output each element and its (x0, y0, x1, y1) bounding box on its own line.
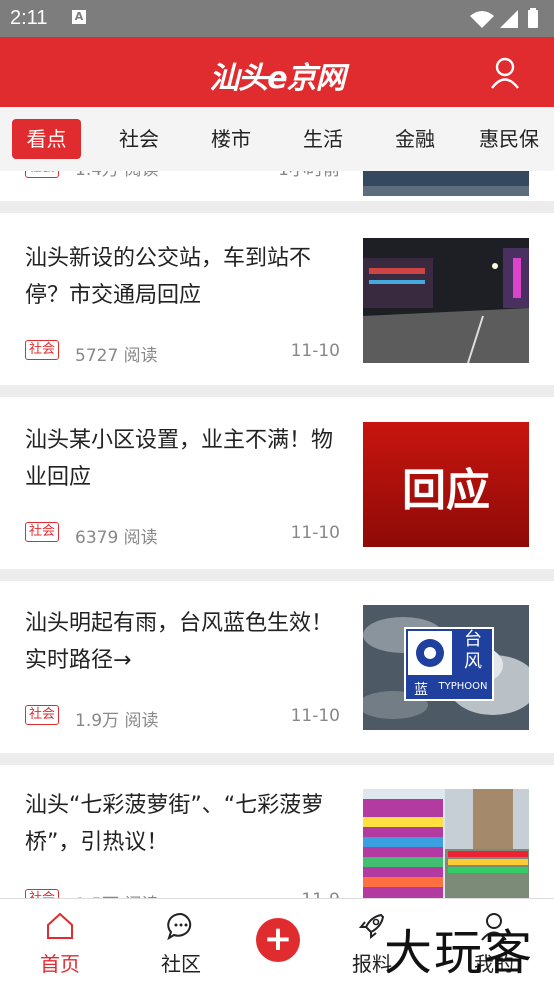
tab-kandian[interactable]: 看点 (12, 119, 81, 159)
chat-bubble-icon (167, 912, 192, 941)
user-icon[interactable] (490, 57, 520, 89)
status-time: 2:11 (10, 7, 48, 29)
status-bar: 2:11 A (0, 0, 554, 37)
article-thumbnail (363, 238, 529, 363)
list-item[interactable]: 汕头“七彩菠萝街”、“七彩菠萝桥”，引热议！ 社会 1.5万 阅读 11-9 (0, 765, 554, 898)
watermark: 大玩客 (384, 925, 535, 981)
view-count: 6379 阅读 (75, 528, 158, 548)
article-thumbnail (363, 171, 529, 196)
signal-icon (500, 10, 518, 28)
typhoon-en-label: TYPHOON (438, 681, 488, 692)
article-title: 汕头明起有雨，台风蓝色生效！实时路径→ (25, 611, 334, 673)
publish-date: 11-9 (301, 890, 340, 898)
category-tag: 社会 (25, 522, 60, 542)
tab-shenghuo[interactable]: 生活 (292, 119, 354, 159)
category-tag: 社会 (25, 889, 60, 898)
typhoon-icon (416, 639, 444, 667)
typhoon-level-label: 蓝 (414, 682, 428, 698)
nav-home[interactable]: 首页 (15, 899, 105, 985)
list-item[interactable]: 汕头某小区设置，业主不满！物业回应 社会 6379 阅读 11-10 回应 (0, 397, 554, 569)
article-thumbnail: 回应 (363, 422, 529, 547)
typhoon-sign-label: 台风 (464, 629, 482, 672)
category-tabs: 看点 社会 楼市 生活 金融 惠民保 (0, 107, 554, 171)
nav-label: 首页 (40, 952, 80, 976)
article-title: 汕头新设的公交站，车到站不停？市交通局回应 (25, 246, 312, 308)
category-tag: 社会 (25, 705, 60, 725)
add-post-button[interactable]: + (256, 918, 300, 962)
app-logo: 汕头e京网 (209, 61, 345, 96)
tab-loushi[interactable]: 楼市 (200, 119, 262, 159)
publish-date: 11-10 (290, 523, 340, 543)
tab-huiminbao[interactable]: 惠民保 (472, 119, 546, 159)
view-count: 1.4万 阅读 (75, 171, 158, 180)
app-header: 汕头e京网 (0, 37, 554, 107)
battery-icon (528, 10, 538, 28)
list-item[interactable]: 社会 1.4万 阅读 1小时前 (0, 171, 554, 201)
rocket-icon (358, 913, 385, 940)
article-thumbnail: 台风 蓝 TYPHOON (363, 605, 529, 730)
article-feed[interactable]: 社会 1.4万 阅读 1小时前 汕头新设的公交站，车到站不停？市交通局回应 社会… (0, 171, 554, 898)
tab-jinrong[interactable]: 金融 (384, 119, 446, 159)
publish-date: 11-10 (290, 341, 340, 361)
list-item[interactable]: 汕头新设的公交站，车到站不停？市交通局回应 社会 5727 阅读 11-10 (0, 213, 554, 385)
view-count: 5727 阅读 (75, 346, 158, 366)
status-icons (470, 8, 538, 28)
nav-label: 社区 (161, 952, 201, 976)
notification-icon: A (72, 10, 86, 24)
tab-shehui[interactable]: 社会 (108, 119, 170, 159)
category-tag: 社会 (25, 340, 60, 360)
thumbnail-text: 回应 (402, 465, 490, 516)
article-title: 汕头某小区设置，业主不满！物业回应 (25, 428, 334, 490)
article-title: 汕头“七彩菠萝街”、“七彩菠萝桥”，引热议！ (25, 793, 324, 855)
view-count: 1.5万 阅读 (75, 890, 158, 898)
category-tag: 社会 (25, 171, 60, 178)
typhoon-warning-sign: 台风 蓝 TYPHOON (404, 627, 494, 701)
home-icon (47, 912, 73, 939)
nav-community[interactable]: 社区 (136, 899, 226, 985)
view-count: 1.9万 阅读 (75, 711, 159, 731)
article-thumbnail (363, 789, 529, 898)
wifi-icon (470, 11, 494, 28)
list-item[interactable]: 汕头明起有雨，台风蓝色生效！实时路径→ 社会 1.9万 阅读 11-10 台风 (0, 581, 554, 753)
publish-date: 1小时前 (278, 171, 340, 180)
publish-date: 11-10 (290, 706, 340, 726)
